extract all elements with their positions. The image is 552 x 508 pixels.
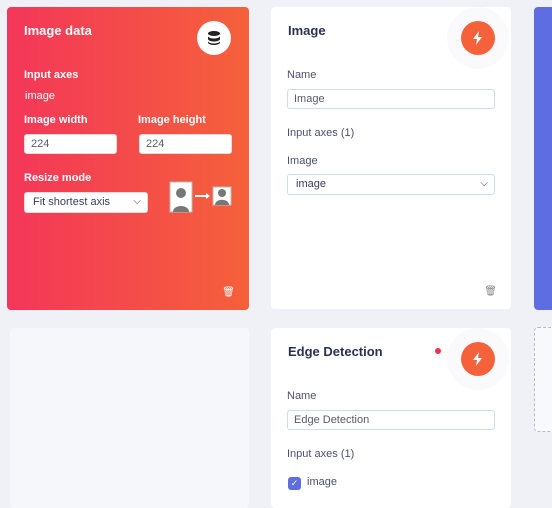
edge-detection-card[interactable]: Edge Detection Name Edge Detection Input…: [271, 328, 511, 508]
input-axes-value: image: [25, 90, 55, 102]
image-node-card[interactable]: Image Name Image Input axes (1) Image im…: [271, 7, 511, 309]
node-card-partial[interactable]: [534, 7, 552, 310]
bolt-icon[interactable]: [461, 342, 495, 376]
resize-mode-label: Resize mode: [24, 172, 92, 184]
name-label: Name: [287, 69, 317, 81]
trash-icon[interactable]: 🗑: [484, 286, 497, 297]
input-axes-label: Input axes (1): [287, 127, 355, 139]
chevron-down-icon: ⌵: [480, 178, 488, 189]
resize-mode-value: Fit shortest axis: [33, 196, 111, 208]
axis-checkbox-label: image: [307, 476, 337, 488]
image-width-label: Image width: [24, 114, 88, 126]
image-axis-value: image: [296, 178, 326, 190]
image-height-label: Image height: [138, 114, 206, 126]
trash-icon[interactable]: 🗑: [222, 287, 235, 298]
image-width-input[interactable]: 224: [24, 134, 117, 154]
image-height-input[interactable]: 224: [139, 134, 232, 154]
image-axis-select[interactable]: image ⌵: [287, 174, 495, 195]
card-title: Image: [288, 23, 326, 38]
input-axes-label: Input axes (1): [287, 448, 355, 460]
image-axis-label: Image: [287, 155, 318, 167]
card-title: Edge Detection: [288, 344, 383, 359]
image-data-card[interactable]: Image data Input axes image Image width …: [7, 7, 249, 310]
input-axes-label: Input axes: [24, 69, 79, 81]
bolt-icon[interactable]: [461, 21, 495, 55]
empty-slot: [10, 328, 249, 508]
database-icon[interactable]: [197, 21, 231, 55]
name-input[interactable]: Edge Detection: [287, 410, 495, 430]
chevron-down-icon: ⌵: [133, 196, 141, 207]
name-label: Name: [287, 390, 317, 402]
status-dot: [435, 348, 441, 354]
resize-illustration-icon: [169, 181, 232, 213]
name-input[interactable]: Image: [287, 89, 495, 109]
card-title: Image data: [24, 23, 92, 38]
axis-checkbox[interactable]: ✓: [288, 477, 301, 490]
resize-mode-select[interactable]: Fit shortest axis ⌵: [24, 192, 148, 213]
add-node-placeholder[interactable]: [534, 327, 552, 432]
